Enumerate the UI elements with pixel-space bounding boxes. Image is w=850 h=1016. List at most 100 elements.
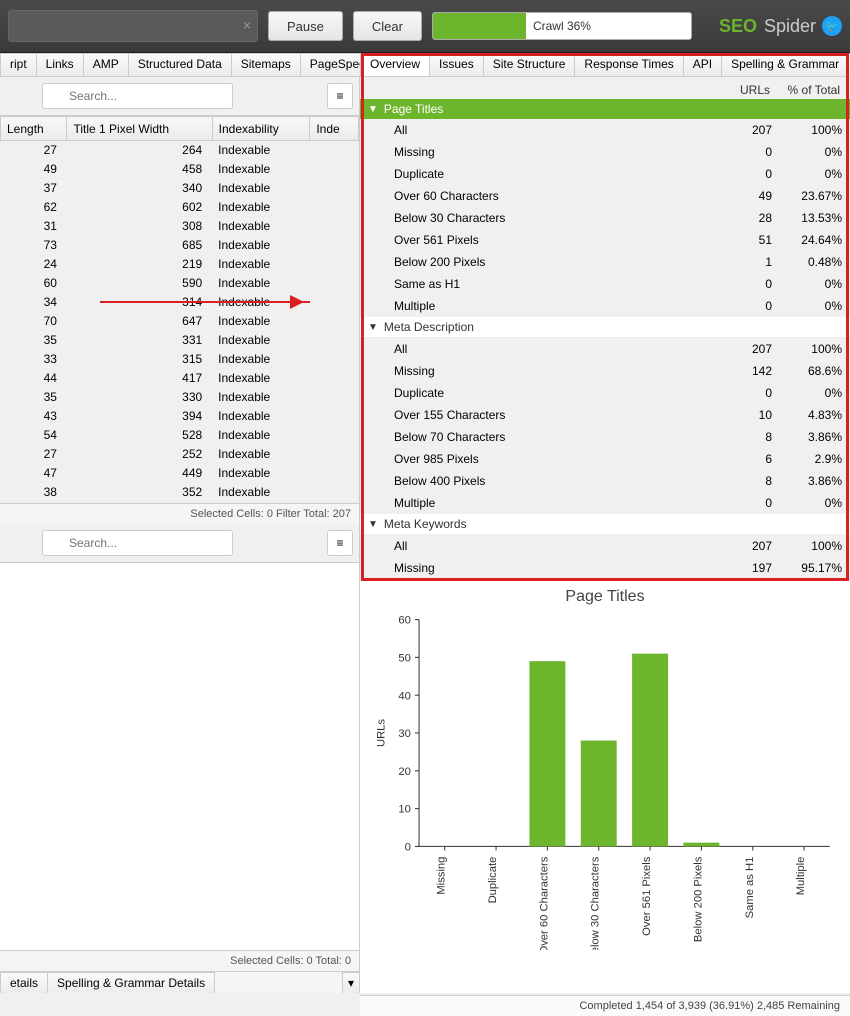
tab-dropdown[interactable]: ▾ <box>342 972 360 993</box>
table-row[interactable]: 60590Indexable <box>1 274 359 293</box>
tab-sitemaps[interactable]: Sitemaps <box>231 53 301 76</box>
svg-text:40: 40 <box>398 690 410 702</box>
overview-row[interactable]: Below 70 Characters83.86% <box>360 426 850 448</box>
table-row[interactable]: 54528Indexable <box>1 426 359 445</box>
right-pane: OverviewIssuesSite StructureResponse Tim… <box>360 53 850 993</box>
overview-row[interactable]: Multiple00% <box>360 295 850 317</box>
table-row[interactable]: 73685Indexable <box>1 236 359 255</box>
tab-links[interactable]: Links <box>36 53 84 76</box>
filter-button[interactable]: ≡ <box>327 83 353 109</box>
progress-fill <box>433 13 526 39</box>
tab-api[interactable]: API <box>683 53 722 76</box>
tab-amp[interactable]: AMP <box>83 53 129 76</box>
pause-button[interactable]: Pause <box>268 11 343 41</box>
col-header[interactable]: Length <box>1 117 67 141</box>
table-row[interactable]: 37340Indexable <box>1 179 359 198</box>
tab-structured-data[interactable]: Structured Data <box>128 53 232 76</box>
crawl-progress: Crawl 36% <box>432 12 692 40</box>
overview-section-meta-keywords[interactable]: ▼Meta Keywords <box>360 514 850 535</box>
table-row[interactable]: 35330Indexable <box>1 388 359 407</box>
overview-row[interactable]: Multiple00% <box>360 492 850 514</box>
table-row[interactable]: 38352Indexable <box>1 483 359 502</box>
table-row[interactable]: 24219Indexable <box>1 255 359 274</box>
chevron-down-icon: ▼ <box>368 519 378 530</box>
twitter-icon[interactable]: 🐦 <box>822 16 842 36</box>
svg-text:20: 20 <box>398 766 410 778</box>
overview-row[interactable]: Below 200 Pixels10.48% <box>360 251 850 273</box>
col-header[interactable]: Inde <box>310 117 359 141</box>
filter-button[interactable]: ≡ <box>327 530 353 556</box>
left-tab-strip: riptLinksAMPStructured DataSitemapsPageS… <box>0 53 359 77</box>
svg-text:Duplicate: Duplicate <box>487 857 499 904</box>
overview-row[interactable]: Over 155 Characters104.83% <box>360 404 850 426</box>
svg-text:Missing: Missing <box>436 857 448 895</box>
table-row[interactable]: 52491Indexable <box>1 502 359 504</box>
tab-overview[interactable]: Overview <box>360 53 430 76</box>
tab-spelling-&-grammar[interactable]: Spelling & Grammar <box>721 53 849 76</box>
col-header[interactable]: Title 1 Pixel Width <box>67 117 212 141</box>
table-row[interactable]: 27252Indexable <box>1 445 359 464</box>
overview-row[interactable]: All207100% <box>360 535 850 557</box>
bottom-tab[interactable]: etails <box>0 972 48 993</box>
chart: 0102030405060URLsMissingDuplicateOver 60… <box>370 610 840 950</box>
results-table[interactable]: LengthTitle 1 Pixel WidthIndexabilityInd… <box>0 116 359 503</box>
overview-header: URLs % of Total <box>360 77 850 99</box>
overview-section-page-titles[interactable]: ▼Page Titles <box>360 99 850 119</box>
chevron-down-icon: ▼ <box>368 104 378 115</box>
overview-row[interactable]: All207100% <box>360 338 850 360</box>
table-row[interactable]: 43394Indexable <box>1 407 359 426</box>
col-urls: URLs <box>700 83 770 97</box>
table-row[interactable]: 44417Indexable <box>1 369 359 388</box>
overview-section-meta-description[interactable]: ▼Meta Description <box>360 317 850 338</box>
svg-text:Over 561 Pixels: Over 561 Pixels <box>641 856 653 936</box>
url-input[interactable]: × <box>8 10 258 42</box>
table-row[interactable]: 49458Indexable <box>1 160 359 179</box>
table-row[interactable]: 62602Indexable <box>1 198 359 217</box>
table-row[interactable]: 31308Indexable <box>1 217 359 236</box>
left-pane: riptLinksAMPStructured DataSitemapsPageS… <box>0 53 360 993</box>
overview-row[interactable]: All207100% <box>360 119 850 141</box>
chart-panel: Page Titles 0102030405060URLsMissingDupl… <box>360 579 850 993</box>
overview-row[interactable]: Over 60 Characters4923.67% <box>360 185 850 207</box>
overview-row[interactable]: Duplicate00% <box>360 382 850 404</box>
clear-button[interactable]: Clear <box>353 11 422 41</box>
tab-response-times[interactable]: Response Times <box>574 53 683 76</box>
top-toolbar: × Pause Clear Crawl 36% SEO Spider 🐦 <box>0 0 850 53</box>
tab-site-structure[interactable]: Site Structure <box>483 53 576 76</box>
progress-text: Crawl 36% <box>533 19 591 33</box>
table-row[interactable]: 27264Indexable <box>1 141 359 160</box>
detail-search-input[interactable] <box>42 530 233 556</box>
tab-ript[interactable]: ript <box>0 53 37 76</box>
col-header[interactable]: Indexability <box>212 117 310 141</box>
overview-row[interactable]: Missing19795.17% <box>360 557 850 579</box>
svg-text:Below 200 Pixels: Below 200 Pixels <box>692 856 704 942</box>
overview-row[interactable]: Duplicate00% <box>360 163 850 185</box>
table-row[interactable]: 33315Indexable <box>1 350 359 369</box>
overview-list[interactable]: ▼Page TitlesAll207100%Missing00%Duplicat… <box>360 99 850 579</box>
svg-text:50: 50 <box>398 652 410 664</box>
table-row[interactable]: 70647Indexable <box>1 312 359 331</box>
overview-row[interactable]: Below 30 Characters2813.53% <box>360 207 850 229</box>
table-row[interactable]: 35331Indexable <box>1 331 359 350</box>
brand-logo: SEO Spider 🐦 <box>719 16 842 37</box>
tab-issues[interactable]: Issues <box>429 53 484 76</box>
bar <box>529 661 565 846</box>
detail-status: Selected Cells: 0 Total: 0 <box>0 950 359 971</box>
bottom-tab[interactable]: Spelling & Grammar Details <box>47 972 215 993</box>
close-icon[interactable]: × <box>243 17 251 33</box>
overview-row[interactable]: Missing00% <box>360 141 850 163</box>
overview-row[interactable]: Over 561 Pixels5124.64% <box>360 229 850 251</box>
overview-row[interactable]: Missing14268.6% <box>360 360 850 382</box>
svg-text:Same as H1: Same as H1 <box>744 857 756 919</box>
table-row[interactable]: 47449Indexable <box>1 464 359 483</box>
overview-row[interactable]: Below 400 Pixels83.86% <box>360 470 850 492</box>
svg-text:Multiple: Multiple <box>795 857 807 896</box>
right-tab-strip: OverviewIssuesSite StructureResponse Tim… <box>360 53 850 77</box>
svg-text:0: 0 <box>405 842 411 854</box>
bar <box>581 741 617 847</box>
svg-text:Below 30 Characters: Below 30 Characters <box>590 856 602 950</box>
search-input[interactable] <box>42 83 233 109</box>
overview-row[interactable]: Same as H100% <box>360 273 850 295</box>
overview-row[interactable]: Over 985 Pixels62.9% <box>360 448 850 470</box>
bar <box>683 843 719 847</box>
